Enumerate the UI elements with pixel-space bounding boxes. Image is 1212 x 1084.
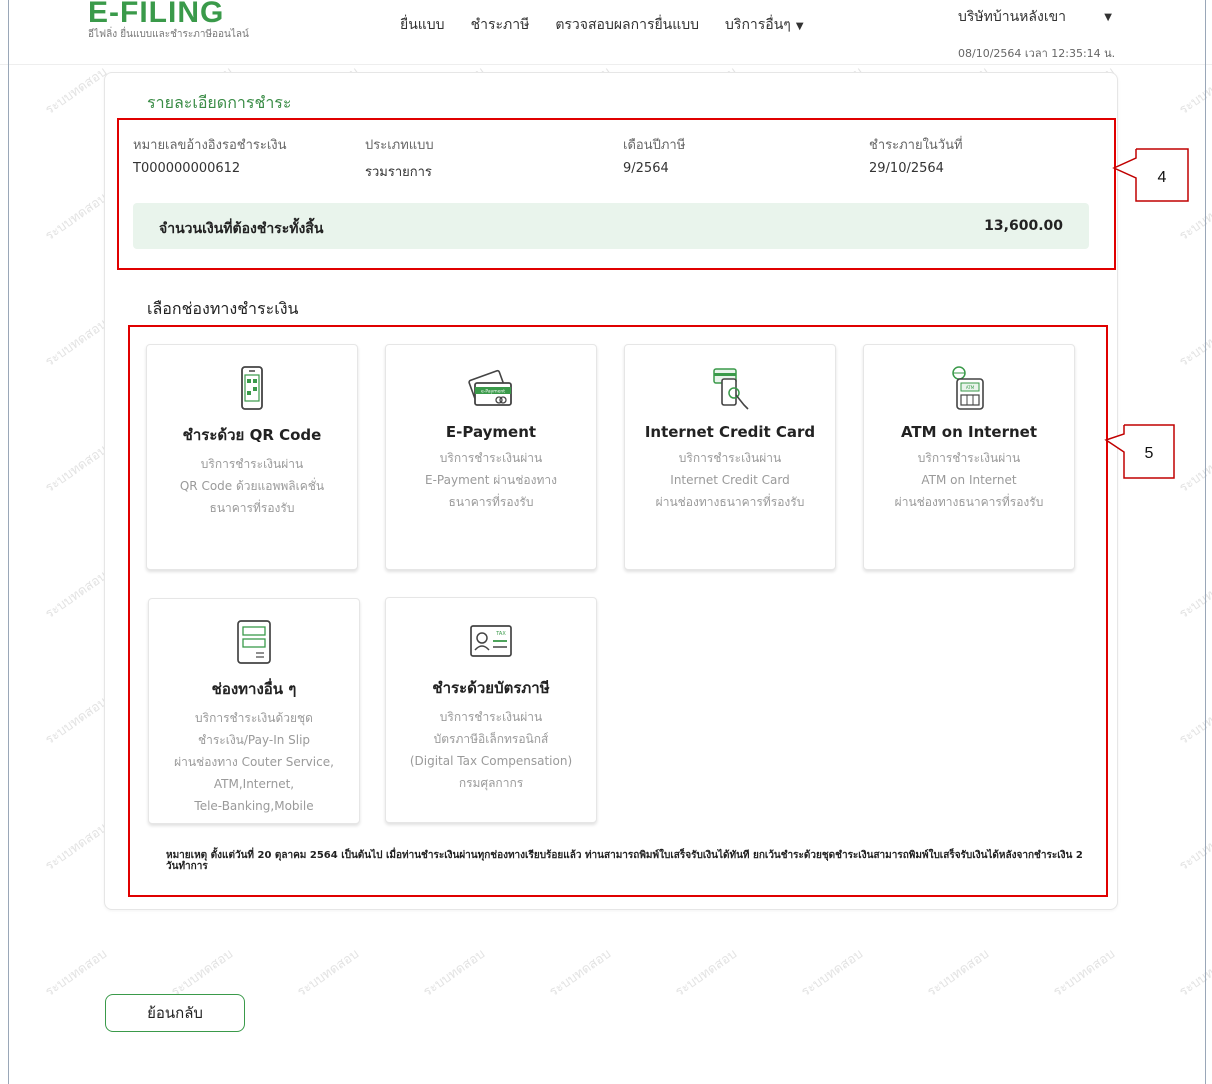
nav-other-services-label: บริการอื่นๆ (725, 17, 791, 33)
nav-pay-tax[interactable]: ชำระภาษี (471, 14, 530, 36)
watermark-text: ระบบทดสอบ (42, 568, 110, 622)
watermark-text: ระบบทดสอบ (1176, 694, 1212, 748)
logo-text: E-FILING (88, 0, 225, 29)
watermark-text: ระบบทดสอบ (546, 946, 614, 1000)
watermark-text: ระบบทดสอบ (924, 946, 992, 1000)
annotation-box-5 (128, 325, 1108, 897)
back-button[interactable]: ย้อนกลับ (105, 994, 245, 1032)
user-name: บริษัทบ้านหลังเขา (958, 9, 1067, 25)
window-right-edge (1205, 0, 1206, 1084)
watermark-text: ระบบทดสอบ (420, 946, 488, 1000)
window-left-edge (8, 0, 9, 1084)
annotation-box-4 (117, 118, 1116, 270)
watermark-text: ระบบทดสอบ (42, 946, 110, 1000)
user-menu[interactable]: บริษัทบ้านหลังเขา ▼ 08/10/2564 เวลา 12:3… (958, 6, 1158, 62)
nav-file-return[interactable]: ยื่นแบบ (400, 14, 445, 36)
user-chevron-down-icon[interactable]: ▼ (1104, 12, 1112, 23)
watermark-text: ระบบทดสอบ (168, 946, 236, 1000)
watermark-text: ระบบทดสอบ (1176, 568, 1212, 622)
watermark-text: ระบบทดสอบ (1176, 946, 1212, 1000)
payment-details-title: รายละเอียดการชำระ (147, 93, 292, 112)
logo-subtitle: อีไฟลิ่ง ยื่นแบบและชำระภาษีออนไลน์ (88, 29, 249, 40)
watermark-text: ระบบทดสอบ (42, 442, 110, 496)
watermark-text: ระบบทดสอบ (1176, 316, 1212, 370)
watermark-text: ระบบทดสอบ (42, 190, 110, 244)
watermark-text: ระบบทดสอบ (798, 946, 866, 1000)
efiling-logo[interactable]: E-FILING อีไฟลิ่ง ยื่นแบบและชำระภาษีออนไ… (88, 0, 249, 42)
watermark-text: ระบบทดสอบ (1176, 64, 1212, 118)
callout-number-5: 5 (1145, 445, 1154, 462)
main-nav: ยื่นแบบ ชำระภาษี ตรวจสอบผลการยื่นแบบ บริ… (400, 14, 804, 36)
channels-title: เลือกช่องทางชำระเงิน (147, 299, 299, 318)
callout-number-4: 4 (1158, 169, 1167, 186)
watermark-text: ระบบทดสอบ (42, 316, 110, 370)
datetime: 08/10/2564 เวลา 12:35:14 น. (958, 47, 1116, 60)
nav-check-result[interactable]: ตรวจสอบผลการยื่นแบบ (555, 14, 699, 36)
watermark-text: ระบบทดสอบ (294, 946, 362, 1000)
callout-pointer-5: 5 (1104, 424, 1175, 479)
nav-other-services[interactable]: บริการอื่นๆ ▼ (725, 14, 803, 36)
chevron-down-icon: ▼ (795, 21, 804, 32)
watermark-text: ระบบทดสอบ (42, 820, 110, 874)
watermark-text: ระบบทดสอบ (42, 64, 110, 118)
watermark-text: ระบบทดสอบ (42, 694, 110, 748)
callout-pointer-4: 4 (1112, 148, 1189, 202)
watermark-text: ระบบทดสอบ (1050, 946, 1118, 1000)
top-header: E-FILING อีไฟลิ่ง ยื่นแบบและชำระภาษีออนไ… (0, 0, 1212, 65)
watermark-text: ระบบทดสอบ (672, 946, 740, 1000)
watermark-text: ระบบทดสอบ (1176, 820, 1212, 874)
